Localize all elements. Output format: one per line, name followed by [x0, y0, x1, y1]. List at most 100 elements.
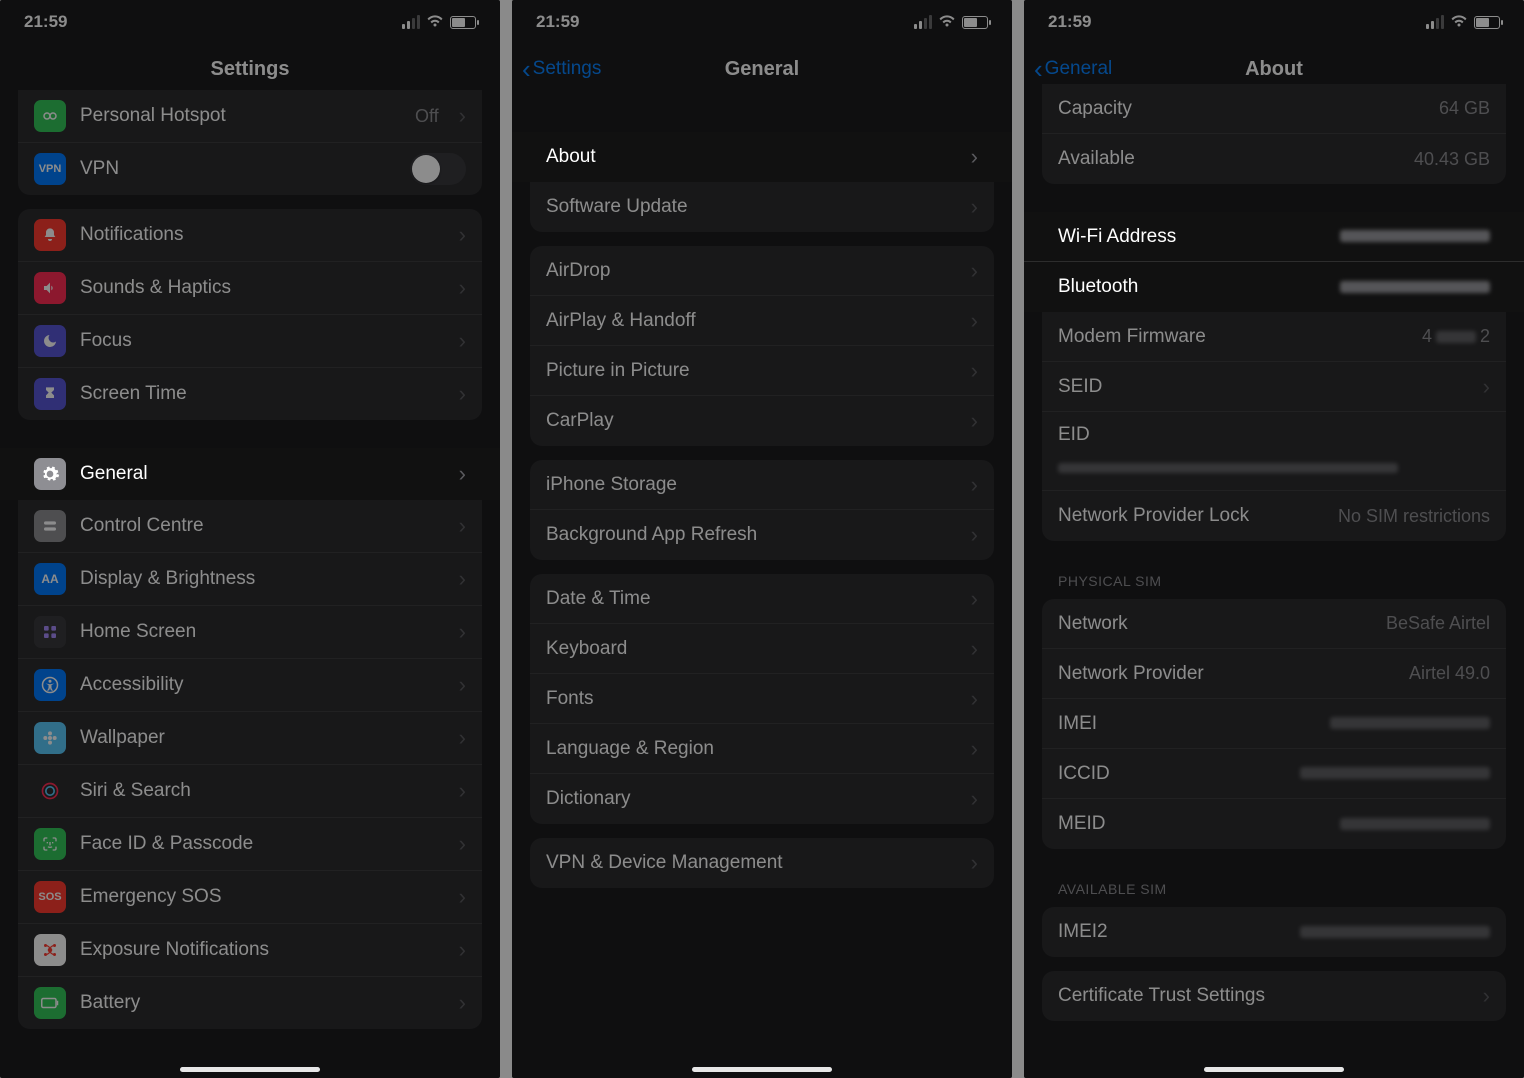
- row-exposure[interactable]: Exposure Notifications ›: [18, 924, 482, 977]
- exposure-icon: [34, 934, 66, 966]
- face-id-icon: [34, 828, 66, 860]
- home-indicator[interactable]: [1204, 1067, 1344, 1072]
- row-meid: MEID: [1042, 799, 1506, 849]
- wifi-addr-label: Wi-Fi Address: [1058, 226, 1326, 248]
- row-dictionary[interactable]: Dictionary ›: [530, 774, 994, 824]
- row-network: Network BeSafe Airtel: [1042, 599, 1506, 649]
- chevron-icon: ›: [459, 328, 466, 354]
- storage-label: iPhone Storage: [546, 474, 951, 496]
- chevron-icon: ›: [971, 636, 978, 662]
- group-general-rest: Control Centre › AA Display & Brightness…: [18, 500, 482, 1029]
- bt-label: Bluetooth: [1058, 276, 1326, 298]
- imei2-value: [1300, 922, 1490, 943]
- row-seid[interactable]: SEID ›: [1042, 362, 1506, 412]
- row-about[interactable]: About ›: [512, 132, 1012, 182]
- cert-label: Certificate Trust Settings: [1058, 985, 1463, 1007]
- chevron-icon: ›: [971, 786, 978, 812]
- section-available-sim: AVAILABLE SIM: [1042, 863, 1506, 903]
- chevron-icon: ›: [971, 258, 978, 284]
- chevron-icon: ›: [459, 461, 466, 487]
- chevron-icon: ›: [459, 103, 466, 129]
- row-faceid[interactable]: Face ID & Passcode ›: [18, 818, 482, 871]
- navbar: ‹ Settings General: [512, 44, 1012, 94]
- flower-icon: [34, 722, 66, 754]
- general-label: General: [80, 463, 439, 485]
- row-siri[interactable]: Siri & Search ›: [18, 765, 482, 818]
- row-display[interactable]: AA Display & Brightness ›: [18, 553, 482, 606]
- row-screentime[interactable]: Screen Time ›: [18, 368, 482, 420]
- siri-icon: [34, 775, 66, 807]
- row-bluetooth: Bluetooth: [1024, 262, 1524, 312]
- battery-icon: [450, 16, 476, 29]
- row-airplay[interactable]: AirPlay & Handoff›: [530, 296, 994, 346]
- bell-icon: [34, 219, 66, 251]
- dictionary-label: Dictionary: [546, 788, 951, 810]
- row-battery[interactable]: Battery ›: [18, 977, 482, 1029]
- wifi-icon: [938, 14, 956, 31]
- network-value: BeSafe Airtel: [1386, 613, 1490, 634]
- status-bar: 21:59: [1024, 0, 1524, 44]
- row-vpn[interactable]: VPN VPN: [18, 143, 482, 195]
- eid-label: EID: [1058, 424, 1490, 446]
- hotspot-value: Off: [415, 106, 439, 127]
- row-personal-hotspot[interactable]: Personal Hotspot Off ›: [18, 90, 482, 143]
- datetime-label: Date & Time: [546, 588, 951, 610]
- screentime-label: Screen Time: [80, 383, 439, 405]
- chevron-icon: ›: [971, 472, 978, 498]
- row-focus[interactable]: Focus ›: [18, 315, 482, 368]
- switches-icon: [34, 510, 66, 542]
- row-imei: IMEI: [1042, 699, 1506, 749]
- row-notifications[interactable]: Notifications ›: [18, 209, 482, 262]
- meid-value: [1340, 814, 1490, 835]
- modem-label: Modem Firmware: [1058, 326, 1408, 348]
- row-sos[interactable]: SOS Emergency SOS ›: [18, 871, 482, 924]
- row-date-time[interactable]: Date & Time›: [530, 574, 994, 624]
- row-control-centre[interactable]: Control Centre ›: [18, 500, 482, 553]
- chevron-icon: ›: [971, 308, 978, 334]
- status-right-icons: [402, 14, 476, 31]
- row-sounds[interactable]: Sounds & Haptics ›: [18, 262, 482, 315]
- row-wallpaper[interactable]: Wallpaper ›: [18, 712, 482, 765]
- highlight-addresses: Wi-Fi Address Bluetooth: [1024, 212, 1524, 312]
- row-modem: Modem Firmware 42: [1042, 312, 1506, 362]
- row-general[interactable]: General ›: [0, 448, 500, 500]
- meid-label: MEID: [1058, 813, 1326, 835]
- back-button[interactable]: ‹ General: [1034, 56, 1112, 82]
- row-bg-refresh[interactable]: Background App Refresh›: [530, 510, 994, 560]
- cellular-icon: [402, 15, 420, 29]
- network-label: Network: [1058, 613, 1372, 635]
- vpn-icon: VPN: [34, 153, 66, 185]
- chevron-icon: ›: [971, 194, 978, 220]
- bt-value: [1340, 277, 1490, 298]
- home-indicator[interactable]: [180, 1067, 320, 1072]
- row-home-screen[interactable]: Home Screen ›: [18, 606, 482, 659]
- page-title: General: [725, 58, 799, 81]
- eid-value: [1058, 460, 1398, 478]
- imei-value: [1330, 713, 1490, 734]
- chevron-icon: ›: [971, 522, 978, 548]
- row-fonts[interactable]: Fonts›: [530, 674, 994, 724]
- group-airplay: AirDrop› AirPlay & Handoff› Picture in P…: [530, 246, 994, 446]
- faceid-label: Face ID & Passcode: [80, 833, 439, 855]
- page-title: Settings: [211, 58, 290, 81]
- row-keyboard[interactable]: Keyboard›: [530, 624, 994, 674]
- row-vpn-device[interactable]: VPN & Device Management›: [530, 838, 994, 888]
- vpn-toggle[interactable]: [410, 153, 466, 185]
- chevron-icon: ›: [459, 275, 466, 301]
- row-airdrop[interactable]: AirDrop›: [530, 246, 994, 296]
- row-language[interactable]: Language & Region›: [530, 724, 994, 774]
- row-software-update[interactable]: Software Update ›: [530, 182, 994, 232]
- pip-label: Picture in Picture: [546, 360, 951, 382]
- row-cert[interactable]: Certificate Trust Settings ›: [1042, 971, 1506, 1021]
- exposure-label: Exposure Notifications: [80, 939, 439, 961]
- row-pip[interactable]: Picture in Picture›: [530, 346, 994, 396]
- back-button[interactable]: ‹ Settings: [522, 56, 601, 82]
- home-indicator[interactable]: [692, 1067, 832, 1072]
- cellular-icon: [1426, 15, 1444, 29]
- row-accessibility[interactable]: Accessibility ›: [18, 659, 482, 712]
- row-carplay[interactable]: CarPlay›: [530, 396, 994, 446]
- battery-icon: [962, 16, 988, 29]
- iccid-label: ICCID: [1058, 763, 1286, 785]
- row-iphone-storage[interactable]: iPhone Storage ›: [530, 460, 994, 510]
- gear-icon: [34, 458, 66, 490]
